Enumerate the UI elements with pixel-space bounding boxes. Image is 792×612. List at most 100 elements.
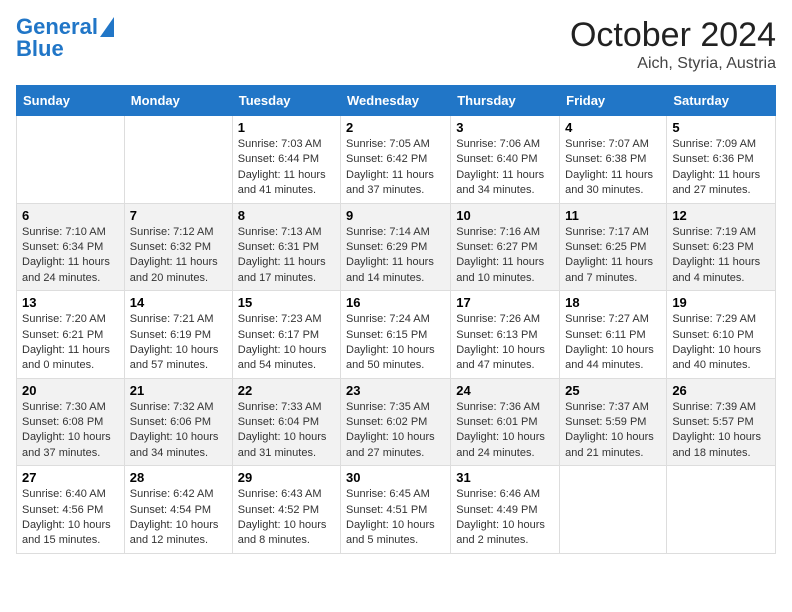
calendar-cell: 14 Sunrise: 7:21 AMSunset: 6:19 PMDayligh… xyxy=(124,291,232,379)
logo: General Blue xyxy=(16,16,114,60)
day-number: 18 xyxy=(565,295,661,310)
calendar-cell: 10Sunrise: 7:16 AMSunset: 6:27 PMDayligh… xyxy=(451,203,560,291)
calendar-cell: 13Sunrise: 7:20 AMSunset: 6:21 PMDayligh… xyxy=(17,291,125,379)
calendar-cell: 31 Sunrise: 6:46 AMSunset: 4:49 PMDayligh… xyxy=(451,466,560,554)
day-number: 6 xyxy=(22,208,119,223)
column-header-tuesday: Tuesday xyxy=(232,86,340,116)
day-number: 28 xyxy=(130,470,227,485)
cell-info: Sunrise: 7:27 AMSunset: 6:11 PMDaylight:… xyxy=(565,312,661,374)
calendar-cell: 29 Sunrise: 6:43 AMSunset: 4:52 PMDayligh… xyxy=(232,466,340,554)
day-number: 7 xyxy=(130,208,227,223)
calendar-cell: 24 Sunrise: 7:36 AMSunset: 6:01 PMDayligh… xyxy=(451,378,560,466)
cell-info: Sunrise: 6:40 AMSunset: 4:56 PMDaylight:… xyxy=(22,487,119,549)
cell-info: Sunrise: 7:33 AMSunset: 6:04 PMDaylight:… xyxy=(238,400,335,462)
cell-info: Sunrise: 7:26 AMSunset: 6:13 PMDaylight:… xyxy=(456,312,554,374)
day-number: 2 xyxy=(346,120,445,135)
calendar-cell: 17Sunrise: 7:26 AMSunset: 6:13 PMDayligh… xyxy=(451,291,560,379)
column-header-wednesday: Wednesday xyxy=(341,86,451,116)
calendar-cell: 21Sunrise: 7:32 AMSunset: 6:06 PMDayligh… xyxy=(124,378,232,466)
day-number: 11 xyxy=(565,208,661,223)
calendar-cell: 11 Sunrise: 7:17 AMSunset: 6:25 PMDayligh… xyxy=(560,203,667,291)
cell-info: Sunrise: 7:17 AMSunset: 6:25 PMDaylight:… xyxy=(565,225,661,287)
calendar-cell: 12 Sunrise: 7:19 AMSunset: 6:23 PMDayligh… xyxy=(667,203,776,291)
cell-info: Sunrise: 7:05 AMSunset: 6:42 PMDaylight:… xyxy=(346,137,445,199)
cell-info: Sunrise: 7:12 AMSunset: 6:32 PMDaylight:… xyxy=(130,225,227,287)
cell-info: Sunrise: 7:36 AMSunset: 6:01 PMDaylight:… xyxy=(456,400,554,462)
calendar-cell: 23Sunrise: 7:35 AMSunset: 6:02 PMDayligh… xyxy=(341,378,451,466)
day-number: 20 xyxy=(22,383,119,398)
cell-info: Sunrise: 7:19 AMSunset: 6:23 PMDaylight:… xyxy=(672,225,770,287)
calendar-cell: 19 Sunrise: 7:29 AMSunset: 6:10 PMDayligh… xyxy=(667,291,776,379)
calendar-cell: 30 Sunrise: 6:45 AMSunset: 4:51 PMDayligh… xyxy=(341,466,451,554)
day-number: 26 xyxy=(672,383,770,398)
calendar-cell: 18 Sunrise: 7:27 AMSunset: 6:11 PMDayligh… xyxy=(560,291,667,379)
calendar-cell: 8 Sunrise: 7:13 AMSunset: 6:31 PMDaylight… xyxy=(232,203,340,291)
day-number: 14 xyxy=(130,295,227,310)
column-header-monday: Monday xyxy=(124,86,232,116)
week-row-5: 27 Sunrise: 6:40 AMSunset: 4:56 PMDayligh… xyxy=(17,466,776,554)
cell-info: Sunrise: 7:39 AMSunset: 5:57 PMDaylight:… xyxy=(672,400,770,462)
calendar-cell: 9Sunrise: 7:14 AMSunset: 6:29 PMDaylight… xyxy=(341,203,451,291)
calendar-cell: 3Sunrise: 7:06 AMSunset: 6:40 PMDaylight… xyxy=(451,116,560,204)
day-number: 19 xyxy=(672,295,770,310)
calendar-cell: 25 Sunrise: 7:37 AMSunset: 5:59 PMDayligh… xyxy=(560,378,667,466)
week-row-2: 6Sunrise: 7:10 AMSunset: 6:34 PMDaylight… xyxy=(17,203,776,291)
week-row-4: 20 Sunrise: 7:30 AMSunset: 6:08 PMDayligh… xyxy=(17,378,776,466)
calendar-cell xyxy=(17,116,125,204)
calendar-cell: 28 Sunrise: 6:42 AMSunset: 4:54 PMDayligh… xyxy=(124,466,232,554)
calendar-cell: 4 Sunrise: 7:07 AMSunset: 6:38 PMDaylight… xyxy=(560,116,667,204)
calendar-cell: 26 Sunrise: 7:39 AMSunset: 5:57 PMDayligh… xyxy=(667,378,776,466)
cell-info: Sunrise: 7:14 AMSunset: 6:29 PMDaylight:… xyxy=(346,225,445,287)
cell-info: Sunrise: 7:24 AMSunset: 6:15 PMDaylight:… xyxy=(346,312,445,374)
calendar-cell xyxy=(667,466,776,554)
day-number: 25 xyxy=(565,383,661,398)
cell-info: Sunrise: 7:37 AMSunset: 5:59 PMDaylight:… xyxy=(565,400,661,462)
day-number: 4 xyxy=(565,120,661,135)
calendar-cell: 1 Sunrise: 7:03 AMSunset: 6:44 PMDaylight… xyxy=(232,116,340,204)
calendar-title: October 2024 xyxy=(570,16,776,55)
page-header: General Blue October 2024 Aich, Styria, … xyxy=(16,16,776,73)
cell-info: Sunrise: 7:07 AMSunset: 6:38 PMDaylight:… xyxy=(565,137,661,199)
cell-info: Sunrise: 7:03 AMSunset: 6:44 PMDaylight:… xyxy=(238,137,335,199)
cell-info: Sunrise: 6:43 AMSunset: 4:52 PMDaylight:… xyxy=(238,487,335,549)
day-number: 30 xyxy=(346,470,445,485)
day-number: 5 xyxy=(672,120,770,135)
title-block: October 2024 Aich, Styria, Austria xyxy=(570,16,776,73)
week-row-3: 13Sunrise: 7:20 AMSunset: 6:21 PMDayligh… xyxy=(17,291,776,379)
day-number: 8 xyxy=(238,208,335,223)
column-header-saturday: Saturday xyxy=(667,86,776,116)
cell-info: Sunrise: 7:16 AMSunset: 6:27 PMDaylight:… xyxy=(456,225,554,287)
calendar-cell: 6Sunrise: 7:10 AMSunset: 6:34 PMDaylight… xyxy=(17,203,125,291)
day-number: 24 xyxy=(456,383,554,398)
column-header-thursday: Thursday xyxy=(451,86,560,116)
day-number: 21 xyxy=(130,383,227,398)
day-number: 29 xyxy=(238,470,335,485)
calendar-cell xyxy=(124,116,232,204)
calendar-cell: 2 Sunrise: 7:05 AMSunset: 6:42 PMDaylight… xyxy=(341,116,451,204)
calendar-cell: 16Sunrise: 7:24 AMSunset: 6:15 PMDayligh… xyxy=(341,291,451,379)
week-row-1: 1 Sunrise: 7:03 AMSunset: 6:44 PMDaylight… xyxy=(17,116,776,204)
calendar-cell: 7 Sunrise: 7:12 AMSunset: 6:32 PMDaylight… xyxy=(124,203,232,291)
cell-info: Sunrise: 7:13 AMSunset: 6:31 PMDaylight:… xyxy=(238,225,335,287)
logo-text: General xyxy=(16,16,98,38)
cell-info: Sunrise: 7:21 AMSunset: 6:19 PMDaylight:… xyxy=(130,312,227,374)
calendar-cell xyxy=(560,466,667,554)
cell-info: Sunrise: 7:20 AMSunset: 6:21 PMDaylight:… xyxy=(22,312,119,374)
header-row: SundayMondayTuesdayWednesdayThursdayFrid… xyxy=(17,86,776,116)
cell-info: Sunrise: 6:42 AMSunset: 4:54 PMDaylight:… xyxy=(130,487,227,549)
calendar-cell: 22Sunrise: 7:33 AMSunset: 6:04 PMDayligh… xyxy=(232,378,340,466)
cell-info: Sunrise: 7:09 AMSunset: 6:36 PMDaylight:… xyxy=(672,137,770,199)
day-number: 1 xyxy=(238,120,335,135)
logo-triangle-icon xyxy=(100,17,114,37)
cell-info: Sunrise: 7:29 AMSunset: 6:10 PMDaylight:… xyxy=(672,312,770,374)
cell-info: Sunrise: 7:30 AMSunset: 6:08 PMDaylight:… xyxy=(22,400,119,462)
day-number: 12 xyxy=(672,208,770,223)
day-number: 23 xyxy=(346,383,445,398)
cell-info: Sunrise: 6:45 AMSunset: 4:51 PMDaylight:… xyxy=(346,487,445,549)
logo-blue-text: Blue xyxy=(16,38,64,60)
cell-info: Sunrise: 6:46 AMSunset: 4:49 PMDaylight:… xyxy=(456,487,554,549)
calendar-table: SundayMondayTuesdayWednesdayThursdayFrid… xyxy=(16,85,776,554)
day-number: 27 xyxy=(22,470,119,485)
day-number: 31 xyxy=(456,470,554,485)
column-header-sunday: Sunday xyxy=(17,86,125,116)
